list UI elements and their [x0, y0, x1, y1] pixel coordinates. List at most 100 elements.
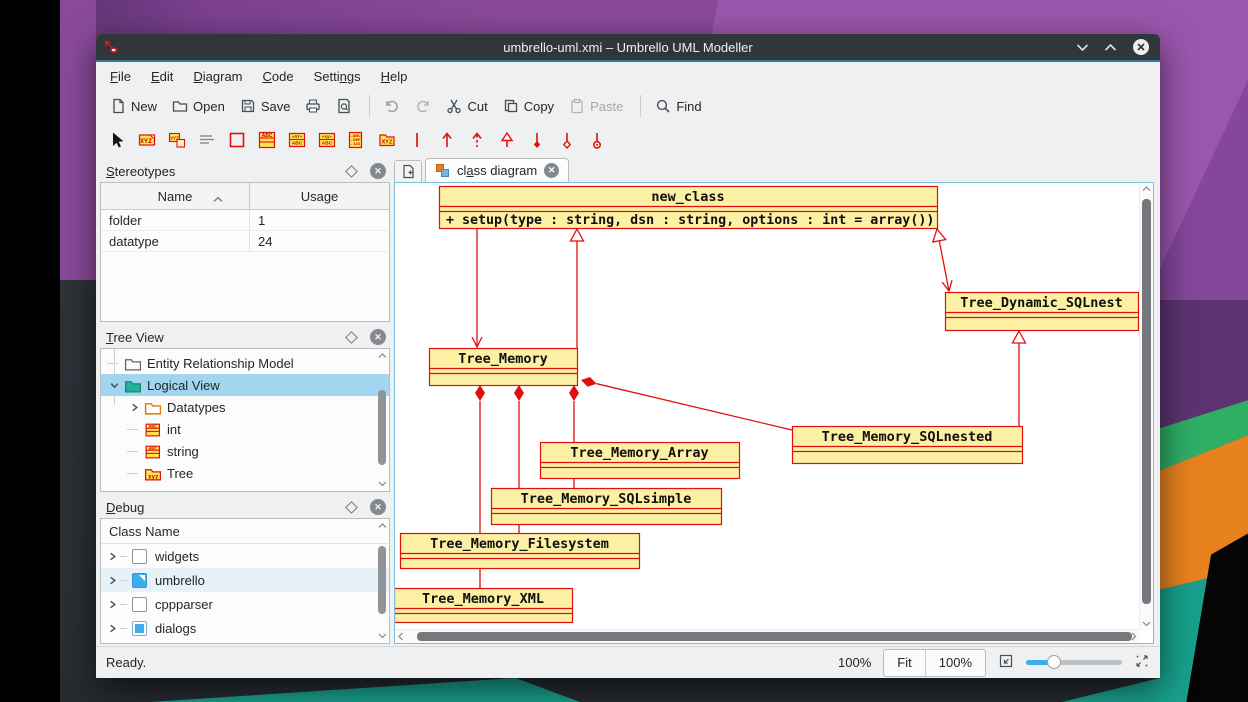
close-panel-icon[interactable]: ✕ — [370, 329, 386, 345]
new-tab-button[interactable] — [394, 160, 422, 182]
uml-class-Tree_Memory_XML[interactable]: Tree_Memory_XML — [395, 589, 573, 623]
enum-icon[interactable]: - ABC- DEF- 123 — [344, 127, 370, 153]
scrollbar-thumb[interactable] — [378, 390, 386, 465]
object-icon[interactable]: XYZ — [134, 127, 160, 153]
generalization-icon[interactable] — [494, 127, 520, 153]
uml-class-Tree_Memory_SQLsimple[interactable]: Tree_Memory_SQLsimple — [492, 489, 722, 525]
containment-icon[interactable] — [584, 127, 610, 153]
tree-item-logical-view[interactable]: Logical View — [101, 374, 389, 396]
checkbox-umbrello[interactable] — [132, 573, 147, 588]
stereotype-row[interactable]: datatype24 — [101, 231, 389, 252]
datatype-icon[interactable]: «xy»ABC — [314, 127, 340, 153]
save-button[interactable]: Save — [234, 94, 297, 118]
fullscreen-icon[interactable] — [1134, 653, 1150, 672]
horizontal-scrollbar[interactable] — [395, 629, 1140, 643]
debug-scrollbar[interactable] — [376, 520, 388, 642]
maximize-icon[interactable] — [1104, 43, 1117, 52]
titlebar[interactable]: umbrello-uml.xmi – Umbrello UML Modeller — [96, 34, 1160, 62]
arrow-tool-icon[interactable] — [104, 127, 130, 153]
scroll-up-icon[interactable] — [376, 520, 388, 532]
stereotypes-panel-header[interactable]: Stereotypes ✕ — [100, 160, 390, 182]
scroll-up-icon[interactable] — [1140, 183, 1153, 195]
chevron-right-icon[interactable] — [105, 621, 120, 636]
class-icon[interactable]: ABC — [254, 127, 280, 153]
checkbox-widgets[interactable] — [132, 549, 147, 564]
minimize-icon[interactable] — [1076, 43, 1089, 52]
tree-item-datatypes[interactable]: Datatypes — [101, 396, 389, 418]
close-icon[interactable] — [1132, 38, 1150, 56]
close-panel-icon[interactable]: ✕ — [370, 163, 386, 179]
checkbox-dialogs[interactable] — [132, 621, 147, 636]
undo-button[interactable] — [378, 94, 406, 118]
menu-code[interactable]: Code — [255, 65, 302, 88]
stereotype-row[interactable]: folder1 — [101, 210, 389, 231]
scrollbar-thumb[interactable] — [417, 632, 1132, 641]
tree-view-panel-header[interactable]: Tree View ✕ — [100, 326, 390, 348]
menu-edit[interactable]: Edit — [143, 65, 181, 88]
tree-view-scrollbar[interactable] — [376, 350, 388, 490]
scroll-down-icon[interactable] — [376, 478, 388, 490]
close-tab-icon[interactable]: ✕ — [544, 163, 559, 178]
chevron-down-icon[interactable] — [107, 378, 122, 393]
float-panel-icon[interactable] — [345, 501, 358, 514]
chevron-right-icon[interactable] — [105, 549, 120, 564]
paste-button[interactable]: Paste — [563, 94, 629, 118]
uml-class-Tree_Dynamic_SQLnest[interactable]: Tree_Dynamic_SQLnest — [946, 293, 1139, 331]
debug-panel-header[interactable]: Debug ✕ — [100, 496, 390, 518]
vertical-scrollbar[interactable] — [1139, 183, 1153, 630]
menu-file[interactable]: File — [102, 65, 139, 88]
menu-diagram[interactable]: Diagram — [185, 65, 250, 88]
scroll-up-icon[interactable] — [376, 350, 388, 362]
tab-class-diagram[interactable]: class diagram ✕ — [425, 158, 569, 182]
association-icon[interactable] — [404, 127, 430, 153]
scroll-right-icon[interactable] — [1128, 630, 1140, 643]
chevron-right-icon[interactable] — [127, 400, 142, 415]
scroll-down-icon[interactable] — [1140, 618, 1153, 630]
menu-settings[interactable]: Settings — [306, 65, 369, 88]
zoom-fit-page-icon[interactable] — [998, 653, 1014, 672]
open-button[interactable]: Open — [166, 94, 231, 118]
chevron-right-icon[interactable] — [105, 573, 120, 588]
scrollbar-thumb[interactable] — [378, 546, 386, 614]
diagram-view[interactable]: new_class+ setup(type : string, dsn : st… — [394, 182, 1154, 644]
debug-column-header[interactable]: Class Name — [101, 519, 389, 544]
uniassociation-icon[interactable] — [434, 127, 460, 153]
zoom-slider[interactable] — [1026, 660, 1122, 665]
checkbox-cppparser[interactable] — [132, 597, 147, 612]
float-panel-icon[interactable] — [345, 165, 358, 178]
box-icon[interactable] — [224, 127, 250, 153]
float-panel-icon[interactable] — [345, 331, 358, 344]
print-preview-button[interactable] — [330, 94, 358, 118]
uml-class-Tree_Memory_Array[interactable]: Tree_Memory_Array — [541, 443, 740, 479]
copy-button[interactable]: Copy — [497, 94, 560, 118]
scroll-left-icon[interactable] — [395, 630, 407, 643]
interface-icon[interactable]: «AY»ABC — [284, 127, 310, 153]
package-icon[interactable]: XYZ — [374, 127, 400, 153]
dependency-icon[interactable] — [464, 127, 490, 153]
close-panel-icon[interactable]: ✕ — [370, 499, 386, 515]
tree-item-tree[interactable]: xyzTree — [101, 462, 389, 484]
tree-item-string[interactable]: ABCstring — [101, 440, 389, 462]
scroll-down-icon[interactable] — [376, 630, 388, 642]
print-button[interactable] — [299, 94, 327, 118]
instance-icon[interactable]: XYZ — [164, 127, 190, 153]
debug-item-cppparser[interactable]: cppparser — [101, 592, 389, 616]
tree-item-entity-relationship-model[interactable]: Entity Relationship Model — [101, 352, 389, 374]
uml-class-Tree_Memory_SQLnested[interactable]: Tree_Memory_SQLnested — [793, 427, 1023, 464]
column-header-usage[interactable]: Usage — [250, 183, 390, 210]
debug-item-dialogs[interactable]: dialogs — [101, 616, 389, 640]
menu-help[interactable]: Help — [373, 65, 416, 88]
fit-button[interactable]: Fit — [884, 650, 924, 676]
find-button[interactable]: Find — [649, 94, 707, 118]
uml-class-new_class[interactable]: new_class+ setup(type : string, dsn : st… — [440, 187, 938, 229]
zoom-100-button[interactable]: 100% — [925, 650, 985, 676]
uml-class-Tree_Memory_Filesystem[interactable]: Tree_Memory_Filesystem — [401, 534, 640, 569]
composition-icon[interactable] — [524, 127, 550, 153]
uml-class-Tree_Memory[interactable]: Tree_Memory — [430, 349, 578, 386]
cut-button[interactable]: Cut — [440, 94, 493, 118]
text-icon[interactable] — [194, 127, 220, 153]
chevron-right-icon[interactable] — [105, 597, 120, 612]
debug-item-widgets[interactable]: widgets — [101, 544, 389, 568]
zoom-slider-thumb[interactable] — [1047, 655, 1061, 669]
redo-button[interactable] — [409, 94, 437, 118]
